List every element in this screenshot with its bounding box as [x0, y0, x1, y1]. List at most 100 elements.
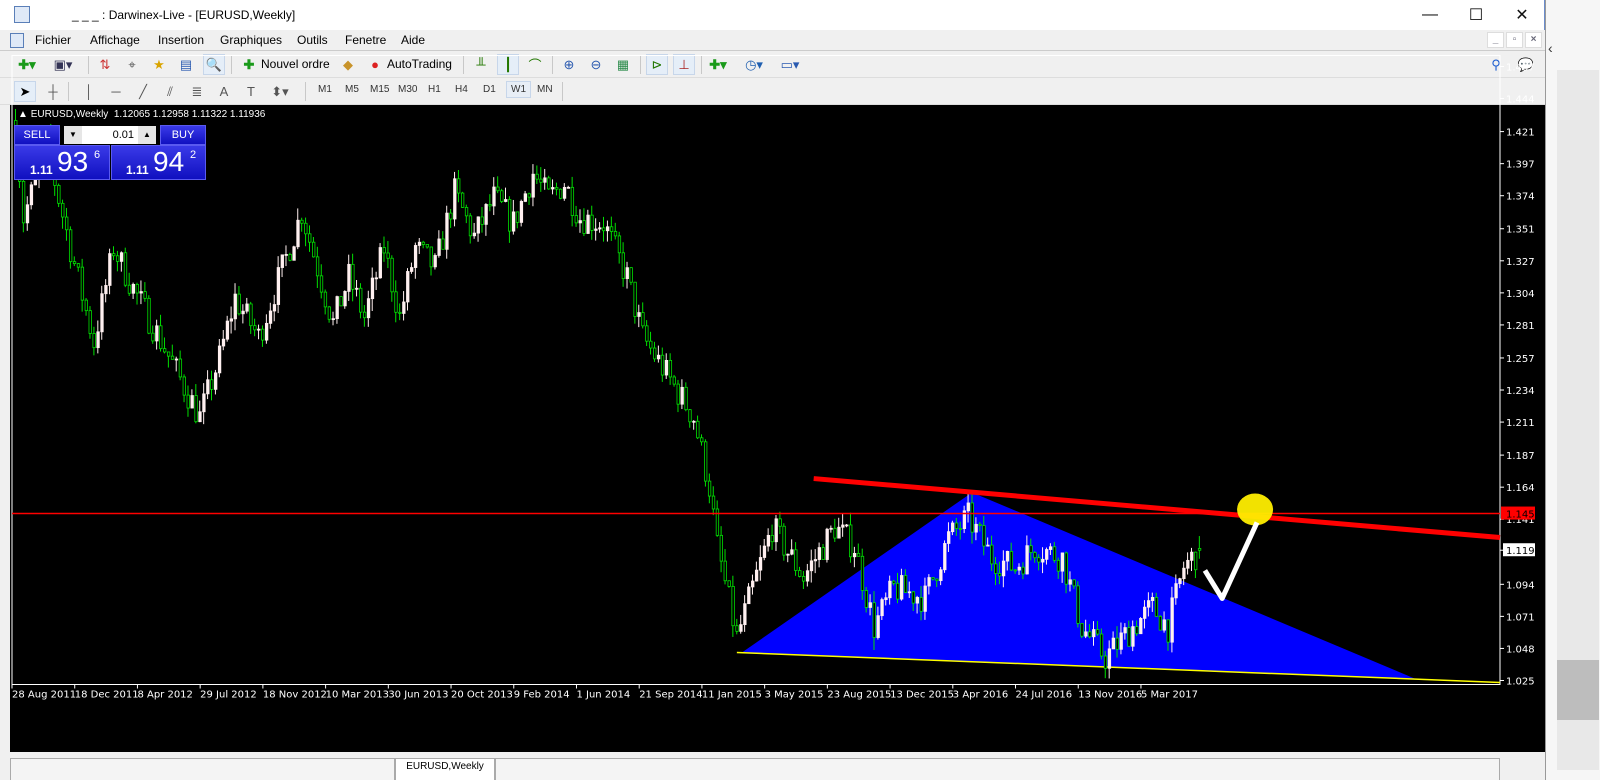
candle-body	[1119, 632, 1123, 650]
candle-body	[719, 534, 723, 562]
candle-body	[535, 173, 539, 180]
candle-body	[284, 254, 288, 256]
x-tick-label: 11 Jan 2015	[702, 690, 762, 701]
x-tick-label: 23 Aug 2015	[827, 690, 891, 701]
candle-body	[903, 575, 908, 593]
candle-body	[660, 354, 665, 376]
candle-body	[704, 441, 708, 482]
candle-body	[1150, 597, 1155, 602]
candle-body	[876, 615, 880, 638]
candle-body	[241, 310, 245, 315]
candle-body	[159, 325, 163, 350]
candle-body	[112, 253, 116, 257]
candle-body	[939, 569, 943, 582]
candle-body	[276, 267, 281, 305]
sell-button[interactable]: SELL	[14, 125, 60, 145]
candle-body	[774, 518, 778, 543]
candle-body	[551, 187, 555, 190]
candle-body	[433, 255, 437, 268]
candle-body	[868, 602, 872, 608]
sell-price[interactable]: 1.11 93 6	[14, 145, 110, 180]
candle-body	[1048, 546, 1053, 550]
candle-body	[1170, 597, 1174, 643]
candle-body	[931, 577, 935, 580]
candle-body	[531, 173, 535, 198]
scrollbar-thumb[interactable]	[1557, 660, 1599, 720]
candle-body	[637, 312, 641, 317]
chart-tab[interactable]	[10, 758, 395, 780]
candle-body	[633, 281, 637, 317]
candle-body	[562, 186, 567, 199]
candle-body	[656, 354, 661, 360]
buy-price[interactable]: 1.11 94 2	[111, 145, 206, 180]
candle-body	[594, 228, 598, 231]
candle-body	[116, 255, 120, 262]
candle-body	[539, 178, 543, 183]
candle-body	[225, 320, 230, 340]
candle-body	[1146, 600, 1151, 608]
candle-body	[394, 291, 398, 313]
candle-body	[1013, 569, 1017, 572]
candle-body	[1076, 585, 1080, 624]
candle-body	[892, 580, 896, 584]
candle-body	[496, 186, 500, 192]
x-tick-label: 29 Jul 2012	[200, 690, 257, 701]
candle-body	[555, 187, 559, 190]
candle-body	[508, 199, 512, 232]
candle-body	[323, 291, 328, 308]
candle-body	[1068, 579, 1072, 585]
candle-body	[547, 177, 551, 190]
candle-body	[92, 333, 96, 349]
chart-window[interactable]: 1.46790 1.44480 1.42100 1.39790 1.37480 1.351…	[10, 55, 1545, 752]
candle-body	[641, 312, 645, 327]
candle-body	[970, 502, 974, 533]
candle-body	[1033, 552, 1037, 559]
lot-decrease-icon[interactable]: ▼	[64, 126, 82, 144]
candle-body	[1041, 558, 1045, 563]
candle-body	[25, 204, 30, 224]
chart-tab[interactable]	[495, 758, 1500, 780]
x-tick-label: 5 Mar 2017	[1141, 690, 1198, 701]
buy-price-prefix: 1.11	[126, 163, 149, 177]
candle-body	[1115, 637, 1119, 650]
target-circle	[1237, 493, 1274, 526]
candle-body	[194, 395, 198, 423]
buy-price-fraction: 2	[190, 149, 197, 161]
lot-size-input[interactable]: 0.01	[82, 126, 138, 144]
candle-body	[445, 212, 449, 250]
candle-body	[460, 192, 465, 208]
candle-body	[900, 575, 904, 600]
candle-body	[147, 297, 151, 334]
y-tick-label: 1.32790	[1506, 257, 1535, 268]
candle-body	[296, 219, 300, 248]
candle-body	[198, 411, 202, 423]
candle-body	[472, 232, 477, 237]
collapse-arrow-icon[interactable]: ▲	[18, 109, 31, 120]
candle-body	[1029, 545, 1033, 553]
x-tick-label: 10 Mar 2013	[326, 690, 389, 701]
lot-increase-icon[interactable]: ▲	[138, 126, 156, 144]
candle-body	[127, 284, 132, 294]
y-tick-label: 1.37480	[1506, 192, 1535, 203]
candle-body	[621, 252, 625, 279]
candle-body	[288, 254, 292, 261]
buy-button[interactable]: BUY	[160, 125, 206, 145]
candle-body	[617, 235, 622, 254]
candle-body	[574, 215, 578, 224]
x-tick-label: 21 Sep 2014	[639, 690, 702, 701]
candle-body	[21, 180, 26, 224]
x-tick-label: 9 Feb 2014	[514, 690, 570, 701]
chevron-left-icon[interactable]: ‹	[1548, 40, 1553, 56]
candle-body	[1123, 627, 1127, 634]
candle-body	[743, 603, 747, 626]
candle-body	[264, 322, 269, 341]
chart-tab-active[interactable]: EURUSD,Weekly	[395, 758, 495, 780]
candle-body	[1045, 549, 1049, 560]
candle-body	[845, 524, 849, 527]
candle-body	[131, 283, 136, 294]
sell-price-pips: 93	[57, 146, 89, 177]
candle-body	[653, 347, 657, 360]
candle-body	[841, 524, 845, 528]
candle-body	[860, 555, 865, 591]
candle-body	[488, 204, 492, 207]
